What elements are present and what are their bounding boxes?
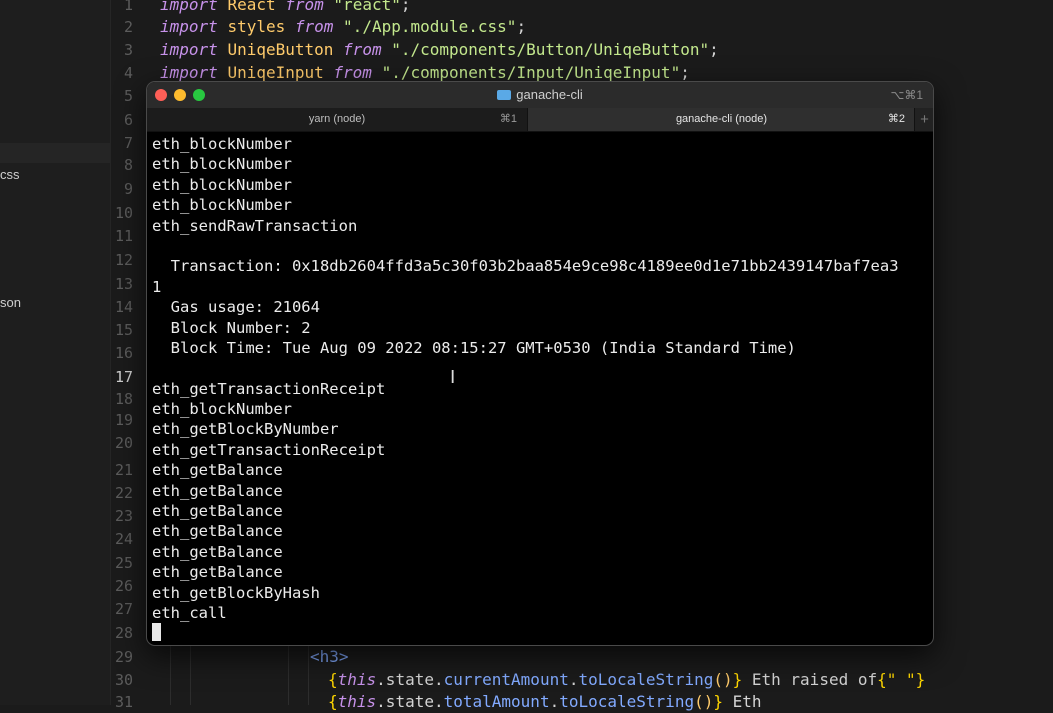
line-number: 27 (114, 600, 133, 618)
line-number: 1 (123, 0, 133, 14)
terminal-output-line: eth_sendRawTransaction (152, 216, 358, 235)
terminal-output-line: eth_getTransactionReceipt (152, 440, 386, 459)
code-line-3[interactable]: import UniqeButton from "./components/Bu… (160, 39, 719, 61)
terminal-output-line: eth_call (152, 603, 227, 622)
line-number: 22 (114, 484, 133, 502)
terminal-output-line: eth_blockNumber (152, 196, 292, 215)
tab-shortcut: ⌘2 (887, 113, 905, 125)
line-number-gutter: 1 2 3 4 5 6 7 8 9 10 11 12 13 14 15 16 17 18 19 20 21 22 23 24 2… (110, 0, 150, 711)
line-number: 30 (114, 671, 133, 689)
terminal-output-line: eth_getBalance (152, 461, 283, 480)
tab-label: yarn (node) (308, 113, 366, 125)
explorer-sidebar: css son (0, 0, 111, 705)
tab-label: ganache-cli (node) (675, 113, 768, 125)
terminal-output-line: Block Time: Tue Aug 09 2022 08:15:27 GMT… (152, 338, 796, 357)
terminal-output-line: eth_blockNumber (152, 135, 292, 153)
terminal-output-line: Transaction: 0x18db2604ffd3a5c30f03b2baa… (152, 257, 899, 276)
line-number: 24 (114, 530, 133, 548)
line-number: 18 (114, 390, 133, 408)
line-number: 21 (114, 461, 133, 479)
line-number: 16 (114, 344, 133, 362)
sidebar-item-json[interactable]: son (0, 295, 21, 310)
code-line-2[interactable]: import styles from "./App.module.css"; (160, 16, 526, 38)
terminal-output-line: eth_getBalance (152, 502, 283, 521)
line-number: 7 (123, 134, 133, 152)
terminal-window[interactable]: ganache-cli ⌥⌘1 yarn (node) ⌘1 ganache-c… (146, 81, 934, 646)
line-number: 9 (123, 180, 133, 198)
terminal-output-line: eth_blockNumber (152, 175, 292, 194)
line-number: 4 (123, 64, 133, 82)
line-number: 26 (114, 577, 133, 595)
line-number: 17 (114, 368, 133, 386)
line-number: 8 (123, 156, 133, 174)
sidebar-item-css[interactable]: css (0, 167, 20, 182)
terminal-tab-bar: yarn (node) ⌘1 ganache-cli (node) ⌘2 + (147, 108, 933, 132)
terminal-output-line: eth_getBlockByNumber (152, 420, 339, 439)
line-number: 13 (114, 275, 133, 293)
folder-icon (497, 90, 512, 100)
line-number: 29 (114, 648, 133, 666)
line-number: 11 (114, 227, 133, 245)
terminal-titlebar[interactable]: ganache-cli ⌥⌘1 (147, 82, 933, 109)
terminal-output-line: Gas usage: 21064 (152, 298, 320, 317)
line-number: 12 (114, 251, 133, 269)
terminal-prompt-line[interactable] (152, 623, 928, 643)
line-number: 14 (114, 298, 133, 316)
tab-ganache-cli[interactable]: ganache-cli (node) ⌘2 (527, 108, 915, 131)
indent-guide (308, 640, 309, 705)
text-cursor-icon: I (450, 367, 456, 388)
terminal-cursor (152, 623, 161, 642)
tab-yarn[interactable]: yarn (node) ⌘1 (147, 108, 527, 131)
line-number: 25 (114, 554, 133, 572)
line-number: 20 (114, 434, 133, 452)
terminal-output-line: eth_getBalance (152, 481, 283, 500)
line-number: 15 (114, 321, 133, 339)
window-shortcut: ⌥⌘1 (890, 88, 923, 102)
line-number: 3 (123, 41, 133, 59)
line-number: 19 (114, 411, 133, 429)
window-title-text: ganache-cli (516, 87, 583, 102)
line-number: 31 (114, 693, 133, 711)
new-tab-button[interactable]: + (914, 108, 933, 131)
code-line-30[interactable]: {this.state.currentAmount.toLocaleString… (328, 669, 925, 691)
sidebar-active-row (0, 143, 110, 163)
tab-shortcut: ⌘1 (499, 113, 517, 125)
terminal-output[interactable]: eth_blockNumber eth_blockNumber eth_blockN… (152, 134, 928, 642)
terminal-output-line: eth_getBalance (152, 522, 283, 541)
line-number: 23 (114, 507, 133, 525)
terminal-output-line: eth_blockNumber (152, 400, 292, 419)
terminal-output-line: eth_getBlockByHash (152, 583, 320, 602)
code-line-29[interactable]: <h3> (310, 646, 349, 668)
window-title: ganache-cli (147, 82, 933, 108)
terminal-output-line: eth_getBalance (152, 542, 283, 561)
code-line-31[interactable]: {this.state.totalAmount.toLocaleString()… (328, 691, 762, 713)
terminal-output-line: eth_getBalance (152, 563, 283, 582)
terminal-output-line: eth_getTransactionReceipt (152, 379, 386, 398)
terminal-output-line: eth_blockNumber (152, 155, 292, 174)
line-number: 5 (123, 87, 133, 105)
line-number: 10 (114, 204, 133, 222)
terminal-output-line: Block Number: 2 (152, 318, 311, 337)
line-number: 2 (123, 18, 133, 36)
code-line-1[interactable]: import React from "react"; (160, 0, 411, 16)
line-number: 28 (114, 624, 133, 642)
line-number: 6 (123, 111, 133, 129)
terminal-output-line: 1 (152, 277, 162, 296)
